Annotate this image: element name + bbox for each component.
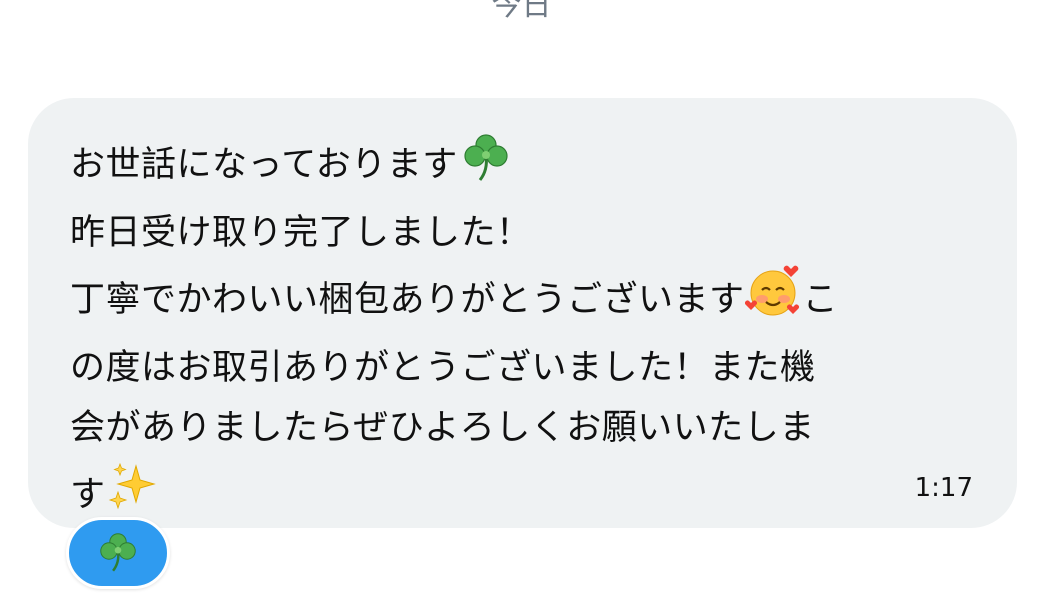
message-line-6: す: [70, 458, 975, 533]
message-text: お世話になっております 昨日受け取り完了しました！ 丁寧でかわいい梱包ありがとう…: [70, 128, 975, 533]
message-timestamp: 1:17: [914, 473, 973, 503]
message-line-3: 丁寧でかわいい梱包ありがとうございます こ: [70, 263, 975, 338]
reaction-badge[interactable]: [66, 517, 170, 589]
date-divider: 今日: [491, 0, 552, 23]
message-line-2: 昨日受け取り完了しました！: [70, 213, 532, 253]
message-bubble[interactable]: お世話になっております 昨日受け取り完了しました！ 丁寧でかわいい梱包ありがとう…: [28, 98, 1017, 528]
message-line-3-text: 丁寧でかわいい梱包ありがとうございます: [70, 280, 745, 320]
message-line-3-tail-text: こ: [802, 280, 839, 320]
clover-icon: [95, 528, 141, 578]
message-line-5: 会がありましたらぜひよろしくお願いいたしま: [70, 408, 815, 448]
message-line-6-text: す: [70, 475, 106, 515]
smiling-face-with-hearts-icon: [744, 263, 803, 338]
message-line-1-text: お世話になっております: [70, 145, 458, 185]
message-line-1: お世話になっております: [70, 128, 975, 203]
clover-icon: [458, 128, 514, 203]
message-line-4: の度はお取引ありがとうございました！また機: [70, 348, 816, 388]
